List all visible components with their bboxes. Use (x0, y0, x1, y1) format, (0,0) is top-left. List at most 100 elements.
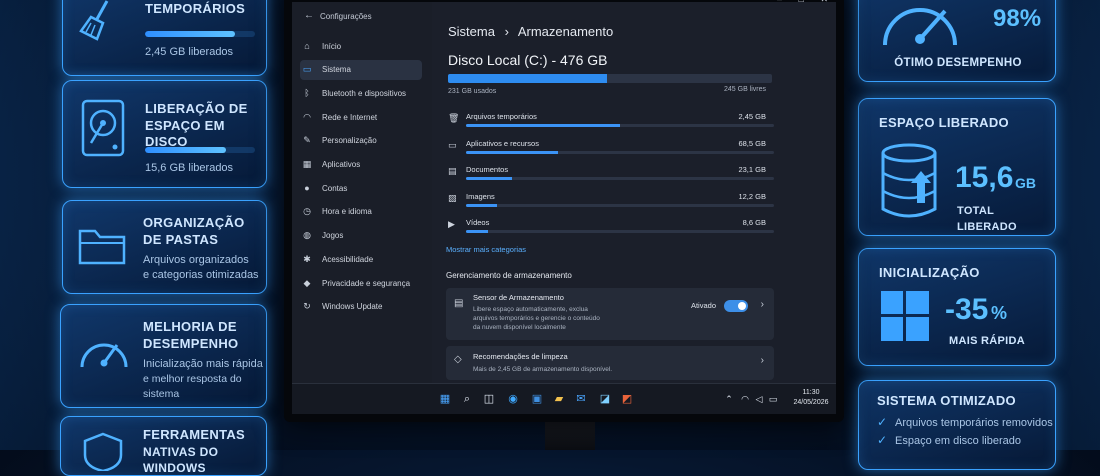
storage-sensor-panel[interactable]: ▤ Sensor de Armazenamento Libere espaço … (446, 288, 774, 340)
back-arrow-icon[interactable]: ← (304, 10, 314, 21)
startup-label: MAIS RÁPIDA (949, 335, 1026, 347)
category-bar-fill (466, 230, 488, 233)
battery-icon[interactable]: ▭ (766, 392, 780, 406)
sidebar-item-6[interactable]: ● Contas (300, 178, 422, 198)
speedometer-icon (883, 8, 957, 46)
breadcrumb-separator: › (504, 24, 509, 39)
brush-icon: ✎ (303, 135, 311, 146)
windows-logo-icon (881, 291, 929, 341)
sidebar-item-10[interactable]: ◆ Privacidade e segurança (300, 273, 422, 293)
start-icon[interactable]: ▦ (438, 392, 452, 406)
settings-window: ← Configurações ⌂ Início ▭ Sistema ᛒ Bluetoot… (292, 2, 836, 414)
chevron-up-icon[interactable]: ⌃ (722, 392, 736, 406)
storage-category-row[interactable]: ▨ Imagens 12,2 GB (448, 190, 774, 216)
broom-icon (79, 0, 109, 41)
space-unit: GB (1015, 175, 1036, 191)
bluetooth-icon: ᛒ (304, 88, 310, 99)
category-bar-fill (466, 203, 497, 207)
cleanup-panel[interactable]: ◇ Recomendações de limpeza Mais de 2,45 … (446, 346, 774, 380)
task-view-icon[interactable]: ◫ (482, 392, 496, 406)
more-categories-link[interactable]: Mostrar mais categorias (446, 245, 526, 254)
database-upload-icon (881, 143, 937, 218)
card-temp-files: TEMPORÁRIOS 2,45 GB liberados (62, 0, 267, 76)
gauge-icon (80, 343, 128, 368)
clock-icon: ◷ (303, 206, 311, 217)
category-bar-fill (466, 124, 620, 127)
shield-icon: ◆ (303, 277, 311, 288)
storage-category-row[interactable]: ▭ Aplicativos e recursos 68,5 GB (448, 137, 774, 163)
edge-icon[interactable]: ◉ (506, 392, 520, 406)
maximize-icon[interactable]: □ (799, 0, 804, 4)
optimized-item-2: Espaço em disco liberado (895, 435, 1021, 447)
shield-icon (83, 432, 123, 471)
progress-fill (145, 147, 227, 153)
breadcrumb-current: Armazenamento (517, 24, 614, 39)
sidebar-item-1[interactable]: ▭ Sistema (300, 59, 422, 80)
card-title-line-2: DESEMPENHO (143, 336, 239, 351)
storage-sensor-icon: ▤ (454, 298, 464, 309)
management-header: Gerenciamento de armazenamento (446, 271, 572, 280)
close-icon[interactable]: ✕ (820, 0, 828, 4)
mail-icon[interactable]: ✉ (574, 392, 588, 406)
sidebar-item-8[interactable]: ◍ Jogos (300, 226, 422, 246)
sidebar-item-label: Windows Update (322, 302, 383, 312)
clock-date[interactable]: 24/05/2026 (786, 399, 836, 406)
card-text: 2,45 GB liberados (145, 46, 234, 58)
category-bar-fill (466, 150, 559, 154)
hard-drive-icon (81, 99, 125, 157)
photos-icon[interactable]: ◪ (598, 392, 612, 406)
sidebar-item-9[interactable]: ✱ Acessibilidade (300, 249, 422, 269)
clock-time[interactable]: 11:30 (796, 389, 826, 396)
cleanup-desc: Mais de 2,45 GB de armazenamento disponí… (473, 366, 613, 373)
storage-category-row[interactable]: 🗑 Arquivos temporários 2,45 GB (448, 110, 774, 136)
card-text-line-1: Arquivos organizados (143, 254, 249, 266)
sidebar-item-11[interactable]: ↻ Windows Update (300, 297, 422, 317)
trash-icon: 🗑 (448, 113, 460, 123)
card-folders: ORGANIZAÇÃO DE PASTAS Arquivos organizad… (62, 200, 267, 294)
card-title: SISTEMA OTIMIZADO (877, 393, 1016, 408)
wifi-icon[interactable]: ◠ (738, 392, 752, 406)
settings-sidebar: ← Configurações ⌂ Início ▭ Sistema ᛒ Bluetoot… (292, 2, 432, 384)
system-icon: ▭ (302, 64, 312, 75)
card-title-line-1: LIBERAÇÃO DE (145, 101, 248, 116)
category-bar (466, 150, 774, 154)
explorer-icon[interactable]: ▰ (552, 392, 566, 406)
sensor-desc-1: Libere espaço automaticamente, exclua (473, 306, 588, 313)
chevron-right-icon[interactable]: › (761, 299, 764, 310)
office-icon[interactable]: ◩ (620, 392, 634, 406)
category-name: Imagens (466, 191, 495, 201)
card-title: INICIALIZAÇÃO (879, 265, 980, 280)
app-title: Configurações (320, 12, 372, 21)
sidebar-item-label: Personalização (322, 136, 377, 146)
search-icon[interactable]: ⌕ (460, 392, 474, 406)
minimize-icon[interactable]: – (777, 0, 782, 4)
sidebar-item-label: Rede e Internet (322, 112, 378, 122)
card-title-line-2: DE PASTAS (143, 232, 219, 247)
sidebar-item-5[interactable]: ▦ Aplicativos (300, 155, 422, 175)
sidebar-item-2[interactable]: ᛒ Bluetooth e dispositivos (300, 83, 422, 103)
sidebar-item-label: Bluetooth e dispositivos (322, 88, 407, 98)
storage-category-row[interactable]: ▤ Documentos 23,1 GB (448, 163, 774, 189)
store-icon[interactable]: ▣ (530, 392, 544, 406)
sidebar-item-7[interactable]: ◷ Hora e idioma (300, 202, 422, 222)
progress-bar (145, 31, 255, 37)
chevron-right-icon[interactable]: › (761, 355, 764, 366)
card-title: TEMPORÁRIOS (145, 1, 246, 16)
sidebar-item-label: Sistema (322, 65, 351, 75)
volume-icon[interactable]: ◁ (752, 392, 766, 406)
card-startup: INICIALIZAÇÃO -35 % MAIS RÁPIDA (858, 248, 1056, 366)
sensor-toggle[interactable] (724, 300, 748, 312)
storage-category-row[interactable]: ▶ Vídeos 8,6 GB (448, 216, 774, 242)
sidebar-item-4[interactable]: ✎ Personalização (300, 131, 422, 151)
disk-usage-bar (448, 74, 772, 83)
breadcrumb-parent[interactable]: Sistema (448, 24, 495, 39)
sidebar-item-label: Início (322, 41, 342, 51)
category-name: Documentos (466, 165, 509, 174)
accessibility-icon: ✱ (303, 253, 311, 264)
sidebar-item-3[interactable]: ◠ Rede e Internet (300, 107, 422, 127)
document-icon: ▤ (448, 166, 457, 176)
sidebar-item-label: Aplicativos (322, 160, 361, 169)
sidebar-item-0[interactable]: ⌂ Início (300, 36, 422, 56)
card-text-line-2: e melhor resposta do sistema (143, 373, 242, 400)
category-bar (466, 230, 774, 233)
